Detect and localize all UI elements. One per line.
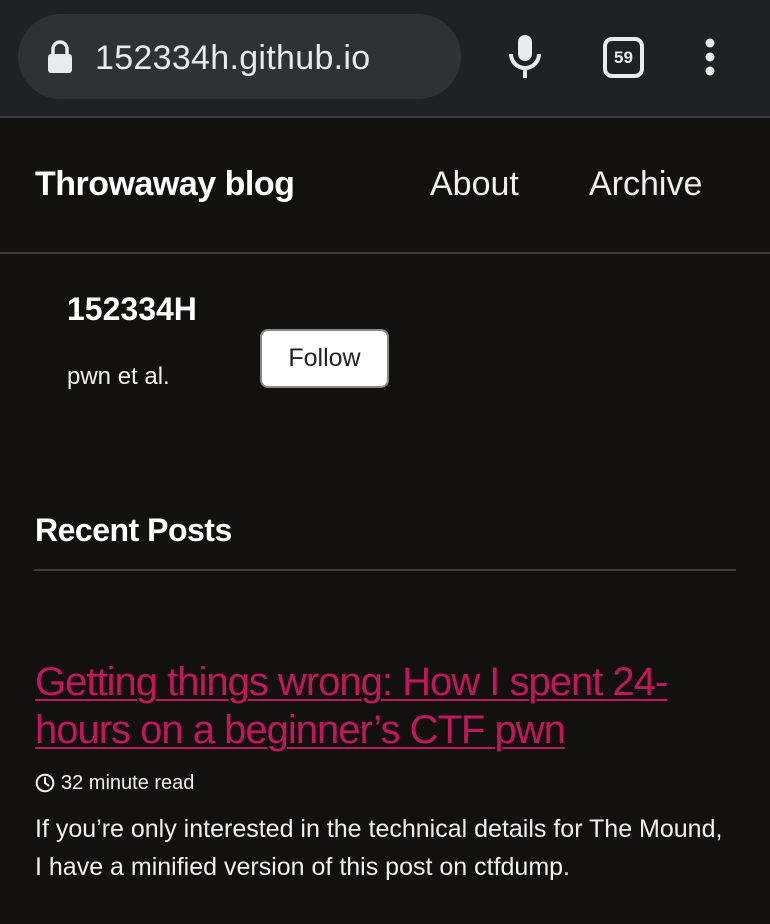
read-time-text: 32 minute read	[61, 772, 195, 794]
recent-posts-heading: Recent Posts	[35, 512, 232, 548]
post-title-link[interactable]: Getting things wrong: How I spent 24-hou…	[35, 658, 735, 754]
read-time: 32 minute read	[35, 771, 194, 795]
post-excerpt: If you’re only interested in the technic…	[35, 815, 723, 881]
clock-icon	[35, 773, 55, 793]
nav-link-about[interactable]: About	[430, 164, 519, 204]
toolbar-divider	[0, 116, 770, 118]
nav-divider	[0, 252, 770, 254]
browser-toolbar: 152334h.github.io 59	[0, 0, 770, 116]
lock-icon	[48, 40, 72, 73]
site-title[interactable]: Throwaway blog	[35, 164, 295, 204]
author-name: 152334H	[67, 291, 197, 327]
more-vert-icon[interactable]	[700, 38, 720, 78]
tab-switcher-icon[interactable]: 59	[603, 37, 644, 78]
microphone-icon[interactable]	[508, 34, 542, 80]
url-text[interactable]: 152334h.github.io	[95, 38, 370, 78]
author-bio: pwn et al.	[67, 363, 170, 390]
nav-link-archive[interactable]: Archive	[589, 164, 702, 204]
recent-posts-divider	[34, 569, 736, 571]
tab-count: 59	[614, 47, 633, 67]
follow-button[interactable]: Follow	[260, 329, 389, 388]
